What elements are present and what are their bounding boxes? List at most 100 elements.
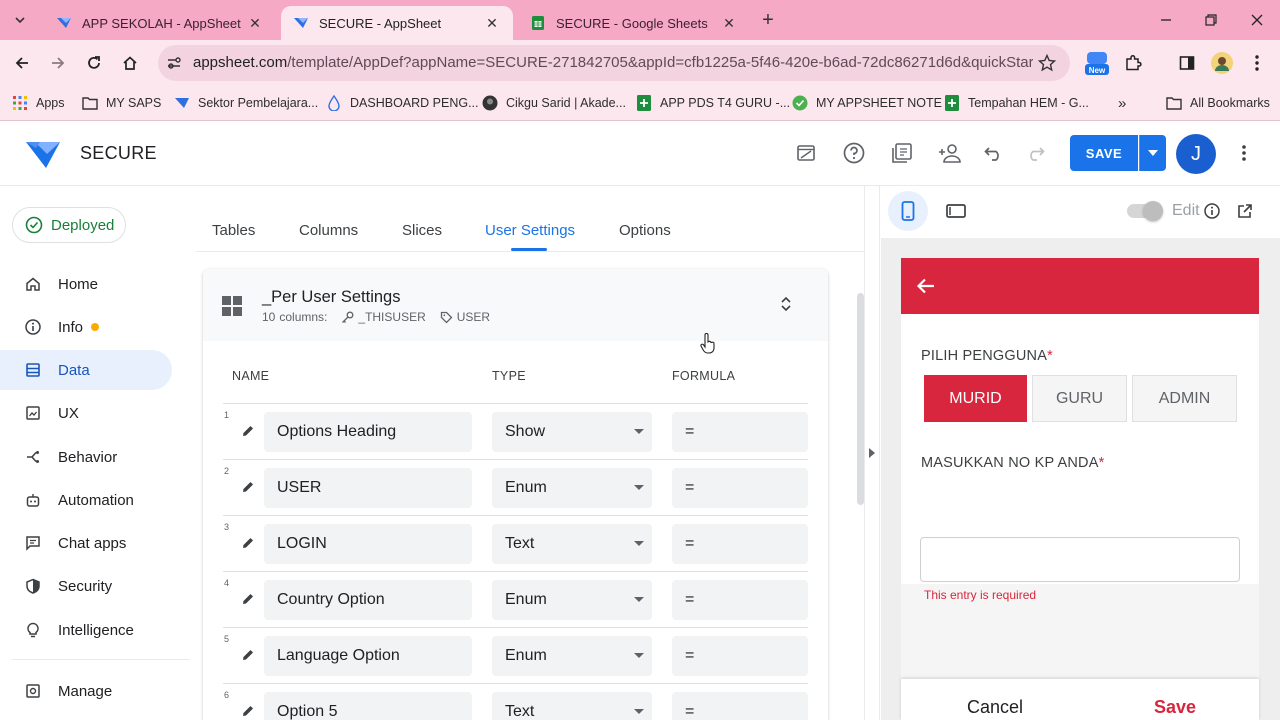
column-type-select[interactable]: Enum xyxy=(492,636,652,676)
profile-button[interactable] xyxy=(1209,50,1235,76)
sidebar-item-data[interactable]: Data xyxy=(0,350,172,390)
bookmark-cikgu-sarid[interactable]: Cikgu Sarid | Akade... xyxy=(482,93,626,113)
bookmark-sektor[interactable]: Sektor Pembelajara... xyxy=(174,93,318,113)
bookmark-my-saps[interactable]: MY SAPS xyxy=(82,93,161,113)
column-name-field[interactable]: Option 5 xyxy=(264,692,472,720)
collapse-panel-icon[interactable] xyxy=(868,447,876,459)
help-button[interactable] xyxy=(841,140,867,166)
side-panel-button[interactable] xyxy=(1174,50,1200,76)
pencil-icon[interactable] xyxy=(241,536,255,550)
browser-menu-button[interactable] xyxy=(1244,50,1270,76)
column-formula-field[interactable]: = xyxy=(672,692,808,720)
pencil-icon[interactable] xyxy=(241,424,255,438)
address-bar[interactable]: appsheet.com/template/AppDef?appName=SEC… xyxy=(158,45,1070,81)
sidebar-item-info[interactable]: Info xyxy=(0,307,172,347)
bookmark-dashboard[interactable]: DASHBOARD PENG... xyxy=(326,93,479,113)
arrow-left-icon[interactable] xyxy=(916,276,936,296)
column-name-field[interactable]: Country Option xyxy=(264,580,472,620)
column-name-field[interactable]: Language Option xyxy=(264,636,472,676)
column-type-select[interactable]: Text xyxy=(492,692,652,720)
preview-info-button[interactable] xyxy=(1202,201,1222,221)
sidebar-item-ux[interactable]: UX xyxy=(0,393,172,433)
templates-button[interactable] xyxy=(889,140,915,166)
pencil-icon[interactable] xyxy=(241,480,255,494)
bookmark-my-appsheet-note[interactable]: MY APPSHEET NOTE xyxy=(792,93,942,113)
pencil-icon[interactable] xyxy=(241,592,255,606)
sidebar-item-automation[interactable]: Automation xyxy=(0,480,172,520)
bookmark-tempahan-hem[interactable]: Tempahan HEM - G... xyxy=(944,93,1089,113)
close-icon[interactable]: ✕ xyxy=(483,14,501,32)
reload-button[interactable] xyxy=(81,50,107,76)
open-in-new-button[interactable] xyxy=(1235,201,1255,221)
tab-tables[interactable]: Tables xyxy=(212,222,255,239)
deployed-status-chip[interactable]: Deployed xyxy=(12,207,126,243)
expand-collapse-icon[interactable] xyxy=(777,295,795,313)
mobile-preview-button[interactable] xyxy=(888,191,928,231)
column-name-field[interactable]: USER xyxy=(264,468,472,508)
home-button[interactable] xyxy=(117,50,143,76)
more-bookmarks-button[interactable]: » xyxy=(1118,93,1126,113)
forward-button[interactable] xyxy=(45,50,71,76)
all-bookmarks[interactable]: All Bookmarks xyxy=(1166,93,1270,113)
column-name-field[interactable]: Options Heading xyxy=(264,412,472,452)
app-menu-button[interactable] xyxy=(1231,140,1257,166)
appsheet-logo-icon[interactable] xyxy=(26,139,60,169)
option-admin-button[interactable]: ADMIN xyxy=(1132,375,1237,422)
site-info-icon[interactable] xyxy=(166,55,182,71)
undo-button[interactable] xyxy=(981,140,1007,166)
tablet-preview-button[interactable] xyxy=(936,191,976,231)
sidebar-item-security[interactable]: Security xyxy=(0,566,172,606)
minimize-button[interactable] xyxy=(1154,8,1178,32)
pencil-icon[interactable] xyxy=(241,704,255,718)
redo-button[interactable] xyxy=(1022,140,1048,166)
table-card-header[interactable]: _Per User Settings 10 columns: _THISUSER … xyxy=(203,269,828,341)
main-scrollbar[interactable] xyxy=(857,293,864,505)
restore-button[interactable] xyxy=(1199,8,1223,32)
form-save-button[interactable]: Save xyxy=(1154,697,1196,718)
column-formula-field[interactable]: = xyxy=(672,524,808,564)
sidebar-item-chat-apps[interactable]: Chat apps xyxy=(0,523,172,563)
tab-options[interactable]: Options xyxy=(619,222,671,239)
close-window-button[interactable] xyxy=(1245,8,1269,32)
sidebar-item-manage[interactable]: Manage xyxy=(0,671,172,711)
star-icon[interactable] xyxy=(1038,54,1056,72)
option-guru-button[interactable]: GURU xyxy=(1032,375,1127,422)
column-type-select[interactable]: Text xyxy=(492,524,652,564)
browser-tab-secure-appsheet[interactable]: SECURE - AppSheet ✕ xyxy=(281,6,513,40)
sidebar-item-home[interactable]: Home xyxy=(0,264,172,304)
column-formula-field[interactable]: = xyxy=(672,412,808,452)
tab-slices[interactable]: Slices xyxy=(402,222,442,239)
extensions-button[interactable] xyxy=(1120,50,1146,76)
column-type-select[interactable]: Show xyxy=(492,412,652,452)
extension-new-button[interactable]: New xyxy=(1083,48,1111,78)
back-button[interactable] xyxy=(9,50,35,76)
sidebar-item-behavior[interactable]: Behavior xyxy=(0,437,172,477)
sidebar-item-intelligence[interactable]: Intelligence xyxy=(0,610,172,650)
close-icon[interactable]: ✕ xyxy=(720,14,738,32)
pencil-icon[interactable] xyxy=(241,648,255,662)
new-tab-button[interactable]: + xyxy=(756,9,780,33)
tab-search-button[interactable] xyxy=(6,6,34,34)
save-button[interactable]: SAVE xyxy=(1070,135,1138,171)
bookmark-app-pds[interactable]: APP PDS T4 GURU -... xyxy=(636,93,790,113)
column-formula-field[interactable]: = xyxy=(672,468,808,508)
no-kp-input[interactable] xyxy=(920,537,1240,582)
tab-columns[interactable]: Columns xyxy=(299,222,358,239)
tab-user-settings[interactable]: User Settings xyxy=(485,222,575,239)
option-murid-button[interactable]: MURID xyxy=(924,375,1027,422)
bookmark-apps[interactable]: Apps xyxy=(12,93,65,113)
edit-toggle[interactable] xyxy=(1127,201,1163,221)
column-formula-field[interactable]: = xyxy=(672,636,808,676)
browser-tab-app-sekolah[interactable]: APP SEKOLAH - AppSheet ✕ xyxy=(44,6,276,40)
column-type-select[interactable]: Enum xyxy=(492,468,652,508)
save-options-button[interactable] xyxy=(1139,135,1166,171)
column-formula-field[interactable]: = xyxy=(672,580,808,620)
browser-tab-google-sheets[interactable]: SECURE - Google Sheets ✕ xyxy=(518,6,750,40)
account-avatar[interactable]: J xyxy=(1176,134,1216,174)
preview-toggle-button[interactable] xyxy=(793,140,819,166)
share-button[interactable] xyxy=(937,140,963,166)
close-icon[interactable]: ✕ xyxy=(246,14,264,32)
column-name-field[interactable]: LOGIN xyxy=(264,524,472,564)
column-type-select[interactable]: Enum xyxy=(492,580,652,620)
cancel-button[interactable]: Cancel xyxy=(967,697,1023,718)
